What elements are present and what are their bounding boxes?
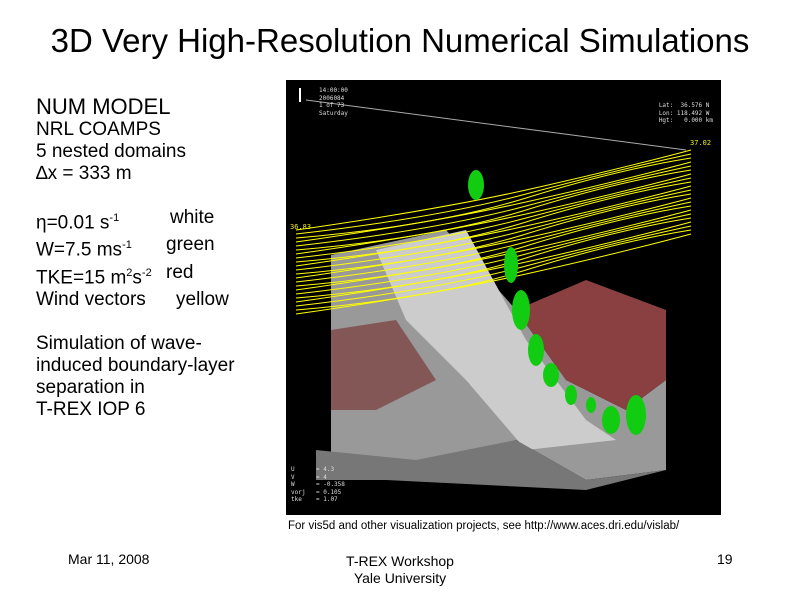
caption: For vis5d and other visualization projec…	[288, 520, 680, 532]
line: separation in	[36, 376, 145, 398]
wind-vector-line	[295, 153, 692, 235]
line: 5 nested domains	[36, 141, 186, 162]
location-info: Lat: 36.576 N Lon: 118.492 W Hgt: 0.000 km	[658, 102, 713, 124]
wind-vector-line	[295, 177, 692, 259]
line: Simulation of wave-	[36, 332, 202, 354]
model-description: NUM MODEL NRL COAMPS 5 nested domains ∆x…	[36, 95, 235, 421]
time-info: 14:00:00 2006084 1 of 73 Saturday	[319, 87, 348, 117]
legend-row: W=7.5 ms-1 green	[36, 234, 215, 261]
page-number: 19	[717, 551, 733, 567]
probe-readouts: U = 4.3 V = 4 W = -0.358 vorj = 0.105 tke = 1…	[291, 466, 345, 503]
legend-row: η=0.01 s-1 white	[36, 207, 215, 234]
terrain-render	[295, 88, 692, 490]
line: induced boundary-layer	[36, 354, 235, 376]
footer-center: T-REX Workshop Yale University	[346, 553, 454, 586]
line: NRL COAMPS	[36, 119, 161, 140]
lat-label-left: 36.83	[290, 223, 312, 231]
line: T-REX IOP 6	[36, 398, 146, 420]
line: ∆x = 333 m	[36, 163, 132, 184]
slide-title: 3D Very High-Resolution Numerical Simula…	[50, 22, 750, 59]
heading: NUM MODEL	[36, 94, 171, 119]
simulation-visualization: 14:00:00 2006084 1 of 73 Saturday Lat: 36.5…	[286, 80, 721, 515]
footer-date: Mar 11, 2008	[68, 551, 150, 567]
lat-label-right: 37.02	[690, 139, 712, 147]
legend-row: Wind vectors yellow	[36, 288, 229, 310]
wind-vector-line	[295, 165, 692, 247]
legend-row: TKE=15 m2s-2 red	[36, 261, 194, 288]
wind-vector-line	[295, 149, 692, 231]
